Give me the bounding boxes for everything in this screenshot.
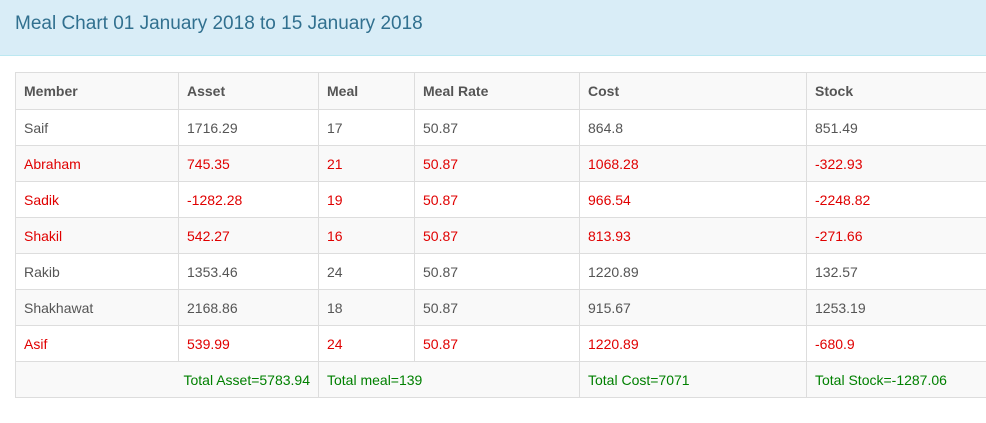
asset-cell: 1716.29 xyxy=(178,109,319,146)
meal-cell: 18 xyxy=(318,289,415,326)
table-row: Saif 1716.29 17 50.87 864.8 851.49 xyxy=(15,109,986,146)
totals-row: Total Asset=5783.94 Total meal=139 Total… xyxy=(15,361,986,398)
asset-cell: 539.99 xyxy=(178,325,319,362)
total-stock-cell: Total Stock=-1287.06 xyxy=(806,361,986,398)
member-cell: Shakhawat xyxy=(15,289,179,326)
total-cost-cell: Total Cost=7071 xyxy=(579,361,807,398)
member-cell: Rakib xyxy=(15,253,179,290)
cost-cell: 864.8 xyxy=(579,109,807,146)
page-title: Meal Chart 01 January 2018 to 15 January… xyxy=(15,13,423,34)
table-row: Asif 539.99 24 50.87 1220.89 -680.9 xyxy=(15,325,986,362)
cost-cell: 966.54 xyxy=(579,181,807,218)
asset-cell: 745.35 xyxy=(178,145,319,182)
meal-cell: 16 xyxy=(318,217,415,254)
column-header-member: Member xyxy=(15,72,179,110)
column-header-meal: Meal xyxy=(318,72,415,110)
stock-cell: -271.66 xyxy=(806,217,986,254)
stock-cell: -2248.82 xyxy=(806,181,986,218)
asset-cell: 2168.86 xyxy=(178,289,319,326)
table-row: Abraham 745.35 21 50.87 1068.28 -322.93 xyxy=(15,145,986,182)
stock-cell: 132.57 xyxy=(806,253,986,290)
meal-cell: 24 xyxy=(318,253,415,290)
column-header-stock: Stock xyxy=(806,72,986,110)
table-row: Rakib 1353.46 24 50.87 1220.89 132.57 xyxy=(15,253,986,290)
meal-cell: 19 xyxy=(318,181,415,218)
stock-cell: 851.49 xyxy=(806,109,986,146)
meal-rate-cell: 50.87 xyxy=(414,217,580,254)
stock-cell: 1253.19 xyxy=(806,289,986,326)
total-asset-cell: Total Asset=5783.94 xyxy=(15,361,319,398)
cost-cell: 1220.89 xyxy=(579,325,807,362)
meal-cell: 17 xyxy=(318,109,415,146)
asset-cell: -1282.28 xyxy=(178,181,319,218)
asset-cell: 1353.46 xyxy=(178,253,319,290)
member-cell: Sadik xyxy=(15,181,179,218)
meal-rate-cell: 50.87 xyxy=(414,253,580,290)
cost-cell: 1220.89 xyxy=(579,253,807,290)
member-cell: Asif xyxy=(15,325,179,362)
asset-cell: 542.27 xyxy=(178,217,319,254)
table-row: Sadik -1282.28 19 50.87 966.54 -2248.82 xyxy=(15,181,986,218)
stock-cell: -680.9 xyxy=(806,325,986,362)
stock-cell: -322.93 xyxy=(806,145,986,182)
meal-cell: 24 xyxy=(318,325,415,362)
meal-rate-cell: 50.87 xyxy=(414,289,580,326)
table-row: Shakhawat 2168.86 18 50.87 915.67 1253.19 xyxy=(15,289,986,326)
member-cell: Saif xyxy=(15,109,179,146)
column-header-asset: Asset xyxy=(178,72,319,110)
meal-rate-cell: 50.87 xyxy=(414,181,580,218)
panel-heading: Meal Chart 01 January 2018 to 15 January… xyxy=(0,0,986,56)
cost-cell: 915.67 xyxy=(579,289,807,326)
column-header-cost: Cost xyxy=(579,72,807,110)
meal-chart-table: Member Asset Meal Meal Rate Cost Stock S… xyxy=(15,72,986,398)
member-cell: Shakil xyxy=(15,217,179,254)
cost-cell: 813.93 xyxy=(579,217,807,254)
meal-rate-cell: 50.87 xyxy=(414,109,580,146)
member-cell: Abraham xyxy=(15,145,179,182)
cost-cell: 1068.28 xyxy=(579,145,807,182)
meal-rate-cell: 50.87 xyxy=(414,325,580,362)
total-meal-cell: Total meal=139 xyxy=(318,361,580,398)
table-header-row: Member Asset Meal Meal Rate Cost Stock xyxy=(15,72,986,110)
table-row: Shakil 542.27 16 50.87 813.93 -271.66 xyxy=(15,217,986,254)
meal-cell: 21 xyxy=(318,145,415,182)
meal-rate-cell: 50.87 xyxy=(414,145,580,182)
column-header-meal-rate: Meal Rate xyxy=(414,72,580,110)
